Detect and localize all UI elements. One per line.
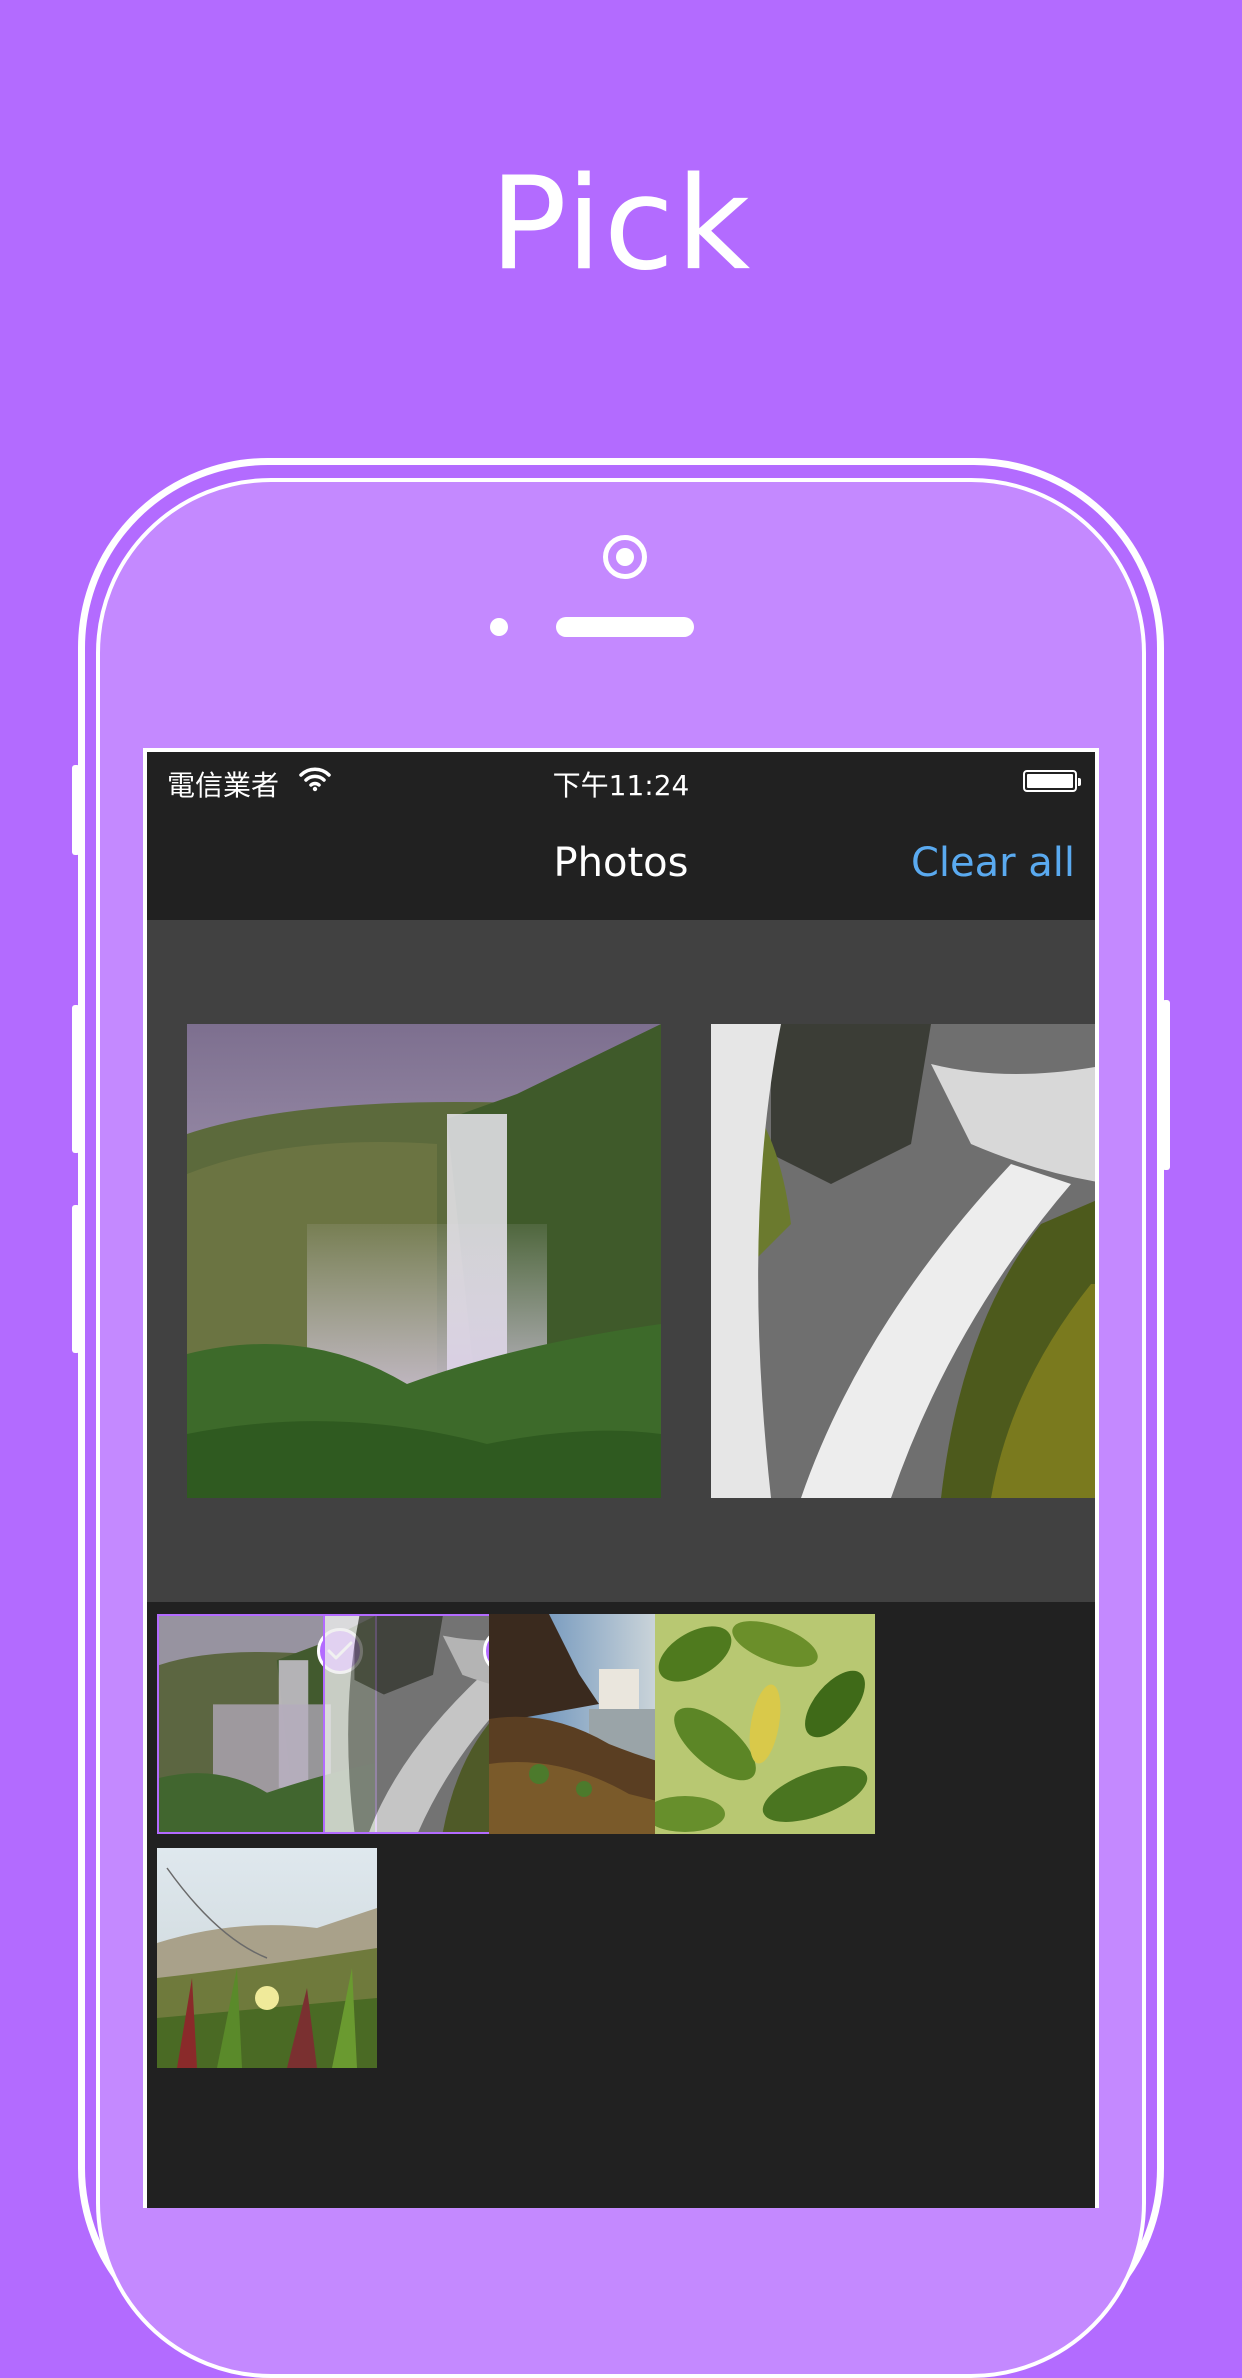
earpiece-speaker: [556, 617, 694, 637]
volume-down-button: [72, 1205, 80, 1353]
front-camera: [603, 535, 647, 579]
status-time: 下午11:24: [552, 769, 690, 802]
preview-photo-waterfall-rocks[interactable]: [711, 1024, 1095, 1498]
volume-up-button: [72, 1005, 80, 1153]
thumbnail-green-leaves[interactable]: [655, 1614, 875, 1834]
headline: Pick: [489, 150, 753, 299]
preview-photo-waterfall-valley[interactable]: [187, 1024, 661, 1498]
thumbnail-dune-grass[interactable]: [157, 1848, 377, 2068]
mute-switch: [72, 765, 80, 855]
app-screen: 電信業者 下午11:24 Photos Clear all: [143, 748, 1099, 2208]
power-button: [1162, 1000, 1170, 1170]
proximity-sensor: [490, 618, 508, 636]
selection-preview-strip[interactable]: [147, 920, 1095, 1602]
navigation-bar: Photos Clear all: [147, 812, 1095, 920]
clear-all-button[interactable]: Clear all: [911, 840, 1075, 886]
status-bar: 電信業者 下午11:24: [147, 752, 1095, 812]
battery-icon: [1023, 770, 1081, 792]
